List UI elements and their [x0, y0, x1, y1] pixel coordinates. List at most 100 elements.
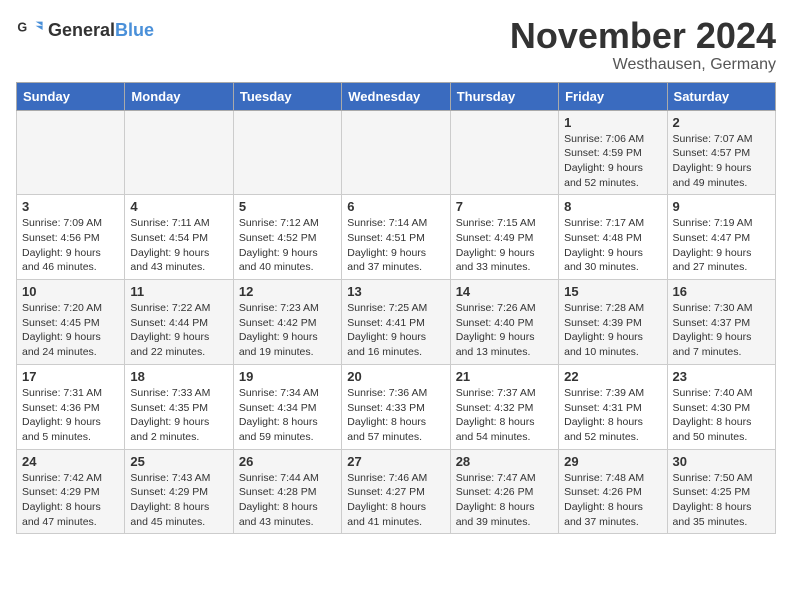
day-info: Sunrise: 7:48 AM Sunset: 4:26 PM Dayligh…: [564, 471, 661, 530]
calendar-week-row: 17 Sunrise: 7:31 AM Sunset: 4:36 PM Dayli…: [17, 364, 776, 449]
day-info: Sunrise: 7:19 AM Sunset: 4:47 PM Dayligh…: [673, 216, 770, 275]
day-info: Sunrise: 7:23 AM Sunset: 4:42 PM Dayligh…: [239, 301, 336, 360]
table-row: 28 Sunrise: 7:47 AM Sunset: 4:26 PM Dayli…: [450, 449, 558, 534]
header-sunday: Sunday: [17, 82, 125, 110]
table-row: 5Sunrise: 7:12 AM Sunset: 4:52 PM Daylig…: [233, 195, 341, 280]
day-info: Sunrise: 7:15 AM Sunset: 4:49 PM Dayligh…: [456, 216, 553, 275]
day-info: Sunrise: 7:20 AM Sunset: 4:45 PM Dayligh…: [22, 301, 119, 360]
day-number: 21: [456, 369, 553, 384]
table-row: 17 Sunrise: 7:31 AM Sunset: 4:36 PM Dayli…: [17, 364, 125, 449]
calendar-week-row: 24 Sunrise: 7:42 AM Sunset: 4:29 PM Dayli…: [17, 449, 776, 534]
calendar-week-row: 3 Sunrise: 7:09 AM Sunset: 4:56 PM Daylig…: [17, 195, 776, 280]
table-row: 29 Sunrise: 7:48 AM Sunset: 4:26 PM Dayli…: [559, 449, 667, 534]
table-row: 10Sunrise: 7:20 AM Sunset: 4:45 PM Dayli…: [17, 280, 125, 365]
table-row: [342, 110, 450, 195]
day-info: Sunrise: 7:09 AM Sunset: 4:56 PM Dayligh…: [22, 216, 119, 275]
table-row: 8 Sunrise: 7:17 AM Sunset: 4:48 PM Daylig…: [559, 195, 667, 280]
svg-text:G: G: [17, 20, 27, 34]
table-row: 24 Sunrise: 7:42 AM Sunset: 4:29 PM Dayli…: [17, 449, 125, 534]
table-row: [17, 110, 125, 195]
table-row: 6 Sunrise: 7:14 AM Sunset: 4:51 PM Daylig…: [342, 195, 450, 280]
table-row: 15 Sunrise: 7:28 AM Sunset: 4:39 PM Dayli…: [559, 280, 667, 365]
location-title: Westhausen, Germany: [510, 56, 776, 74]
header-saturday: Saturday: [667, 82, 775, 110]
day-info: Sunrise: 7:47 AM Sunset: 4:26 PM Dayligh…: [456, 471, 553, 530]
header-monday: Monday: [125, 82, 233, 110]
table-row: 30Sunrise: 7:50 AM Sunset: 4:25 PM Dayli…: [667, 449, 775, 534]
day-number: 11: [130, 284, 227, 299]
day-info: Sunrise: 7:12 AM Sunset: 4:52 PM Dayligh…: [239, 216, 336, 275]
day-number: 4: [130, 199, 227, 214]
day-number: 13: [347, 284, 444, 299]
calendar-table: Sunday Monday Tuesday Wednesday Thursday…: [16, 82, 776, 535]
header-thursday: Thursday: [450, 82, 558, 110]
day-info: Sunrise: 7:42 AM Sunset: 4:29 PM Dayligh…: [22, 471, 119, 530]
table-row: [125, 110, 233, 195]
table-row: 25 Sunrise: 7:43 AM Sunset: 4:29 PM Dayli…: [125, 449, 233, 534]
month-title: November 2024: [510, 16, 776, 56]
day-number: 15: [564, 284, 661, 299]
day-info: Sunrise: 7:37 AM Sunset: 4:32 PM Dayligh…: [456, 386, 553, 445]
table-row: 22 Sunrise: 7:39 AM Sunset: 4:31 PM Dayli…: [559, 364, 667, 449]
table-row: [450, 110, 558, 195]
day-number: 20: [347, 369, 444, 384]
table-row: [233, 110, 341, 195]
day-number: 29: [564, 454, 661, 469]
table-row: 26 Sunrise: 7:44 AM Sunset: 4:28 PM Dayli…: [233, 449, 341, 534]
day-info: Sunrise: 7:14 AM Sunset: 4:51 PM Dayligh…: [347, 216, 444, 275]
table-row: 4 Sunrise: 7:11 AM Sunset: 4:54 PM Daylig…: [125, 195, 233, 280]
day-info: Sunrise: 7:43 AM Sunset: 4:29 PM Dayligh…: [130, 471, 227, 530]
day-info: Sunrise: 7:25 AM Sunset: 4:41 PM Dayligh…: [347, 301, 444, 360]
day-info: Sunrise: 7:44 AM Sunset: 4:28 PM Dayligh…: [239, 471, 336, 530]
logo: G GeneralBlue: [16, 16, 154, 44]
table-row: 7Sunrise: 7:15 AM Sunset: 4:49 PM Daylig…: [450, 195, 558, 280]
table-row: 13 Sunrise: 7:25 AM Sunset: 4:41 PM Dayli…: [342, 280, 450, 365]
day-number: 18: [130, 369, 227, 384]
title-block: November 2024 Westhausen, Germany: [510, 16, 776, 74]
table-row: 2 Sunrise: 7:07 AM Sunset: 4:57 PM Daylig…: [667, 110, 775, 195]
day-number: 2: [673, 115, 770, 130]
day-number: 24: [22, 454, 119, 469]
table-row: 1 Sunrise: 7:06 AM Sunset: 4:59 PM Daylig…: [559, 110, 667, 195]
day-number: 6: [347, 199, 444, 214]
day-number: 1: [564, 115, 661, 130]
day-info: Sunrise: 7:28 AM Sunset: 4:39 PM Dayligh…: [564, 301, 661, 360]
day-number: 14: [456, 284, 553, 299]
day-number: 22: [564, 369, 661, 384]
table-row: 20 Sunrise: 7:36 AM Sunset: 4:33 PM Dayli…: [342, 364, 450, 449]
table-row: 12 Sunrise: 7:23 AM Sunset: 4:42 PM Dayli…: [233, 280, 341, 365]
day-info: Sunrise: 7:07 AM Sunset: 4:57 PM Dayligh…: [673, 132, 770, 191]
table-row: 9 Sunrise: 7:19 AM Sunset: 4:47 PM Daylig…: [667, 195, 775, 280]
day-info: Sunrise: 7:17 AM Sunset: 4:48 PM Dayligh…: [564, 216, 661, 275]
day-number: 12: [239, 284, 336, 299]
day-info: Sunrise: 7:40 AM Sunset: 4:30 PM Dayligh…: [673, 386, 770, 445]
table-row: 23Sunrise: 7:40 AM Sunset: 4:30 PM Dayli…: [667, 364, 775, 449]
header-tuesday: Tuesday: [233, 82, 341, 110]
day-number: 25: [130, 454, 227, 469]
day-info: Sunrise: 7:33 AM Sunset: 4:35 PM Dayligh…: [130, 386, 227, 445]
day-number: 28: [456, 454, 553, 469]
header-friday: Friday: [559, 82, 667, 110]
day-info: Sunrise: 7:36 AM Sunset: 4:33 PM Dayligh…: [347, 386, 444, 445]
day-number: 9: [673, 199, 770, 214]
table-row: 27Sunrise: 7:46 AM Sunset: 4:27 PM Dayli…: [342, 449, 450, 534]
day-info: Sunrise: 7:11 AM Sunset: 4:54 PM Dayligh…: [130, 216, 227, 275]
table-row: 18 Sunrise: 7:33 AM Sunset: 4:35 PM Dayli…: [125, 364, 233, 449]
page-header: G GeneralBlue November 2024 Westhausen, …: [16, 16, 776, 74]
day-number: 3: [22, 199, 119, 214]
calendar-week-row: 1 Sunrise: 7:06 AM Sunset: 4:59 PM Daylig…: [17, 110, 776, 195]
day-number: 26: [239, 454, 336, 469]
day-info: Sunrise: 7:31 AM Sunset: 4:36 PM Dayligh…: [22, 386, 119, 445]
table-row: 21 Sunrise: 7:37 AM Sunset: 4:32 PM Dayli…: [450, 364, 558, 449]
day-number: 17: [22, 369, 119, 384]
day-info: Sunrise: 7:34 AM Sunset: 4:34 PM Dayligh…: [239, 386, 336, 445]
day-number: 16: [673, 284, 770, 299]
day-info: Sunrise: 7:39 AM Sunset: 4:31 PM Dayligh…: [564, 386, 661, 445]
table-row: 16Sunrise: 7:30 AM Sunset: 4:37 PM Dayli…: [667, 280, 775, 365]
table-row: 14Sunrise: 7:26 AM Sunset: 4:40 PM Dayli…: [450, 280, 558, 365]
day-info: Sunrise: 7:06 AM Sunset: 4:59 PM Dayligh…: [564, 132, 661, 191]
logo-icon: G: [16, 16, 44, 44]
day-number: 8: [564, 199, 661, 214]
logo-general: General: [48, 20, 115, 40]
day-number: 27: [347, 454, 444, 469]
